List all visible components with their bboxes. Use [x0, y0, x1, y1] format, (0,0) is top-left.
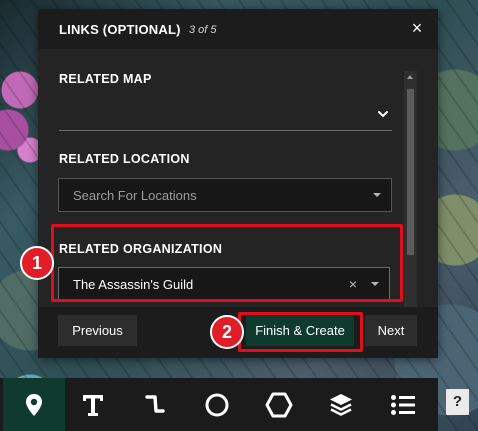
text-tool[interactable] [62, 378, 124, 431]
modal-title: LINKS (OPTIONAL) [59, 22, 181, 37]
caret-down-icon [373, 193, 381, 197]
related-location-search[interactable]: Search For Locations [58, 178, 392, 212]
previous-button[interactable]: Previous [58, 315, 137, 346]
step-badge-1: 1 [20, 246, 54, 280]
scrollbar-thumb[interactable] [407, 89, 414, 255]
clear-icon[interactable]: × [349, 276, 357, 292]
scroll-up-icon[interactable] [407, 75, 413, 79]
list-icon [391, 394, 415, 415]
circle-tool[interactable] [186, 378, 248, 431]
step-indicator: 3 of 5 [189, 24, 217, 36]
modal-body: RELATED MAP RELATED LOCATION Search For … [38, 49, 438, 307]
drawing-toolbar [0, 378, 438, 431]
modal-header: LINKS (OPTIONAL) 3 of 5 × [38, 9, 438, 49]
polygon-tool[interactable] [248, 378, 310, 431]
modal-scrollbar[interactable] [404, 71, 417, 307]
chevron-down-icon [378, 111, 388, 118]
step-badge-2: 2 [210, 315, 244, 349]
related-organization-select[interactable]: The Assassin's Guild × [58, 267, 390, 301]
related-organization-label: RELATED ORGANIZATION [59, 242, 223, 256]
help-button[interactable]: ? [446, 389, 469, 415]
finish-create-button[interactable]: Finish & Create [246, 315, 354, 346]
layers-icon [330, 393, 352, 416]
marker-icon [26, 393, 42, 416]
list-tool[interactable] [372, 378, 434, 431]
related-map-label: RELATED MAP [59, 72, 152, 86]
related-location-label: RELATED LOCATION [59, 152, 190, 166]
text-icon [83, 394, 103, 416]
related-organization-value: The Assassin's Guild [73, 277, 194, 292]
layers-tool[interactable] [310, 378, 372, 431]
related-location-placeholder: Search For Locations [73, 188, 197, 203]
next-button[interactable]: Next [365, 315, 417, 346]
links-modal: LINKS (OPTIONAL) 3 of 5 × RELATED MAP RE… [38, 9, 438, 358]
caret-down-icon [371, 282, 379, 286]
related-map-select[interactable] [59, 99, 392, 131]
line-icon [145, 394, 165, 413]
circle-icon [205, 393, 229, 416]
marker-tool[interactable] [3, 378, 65, 431]
polygon-icon [265, 392, 293, 417]
close-icon[interactable]: × [408, 18, 426, 38]
line-tool[interactable] [124, 378, 186, 431]
